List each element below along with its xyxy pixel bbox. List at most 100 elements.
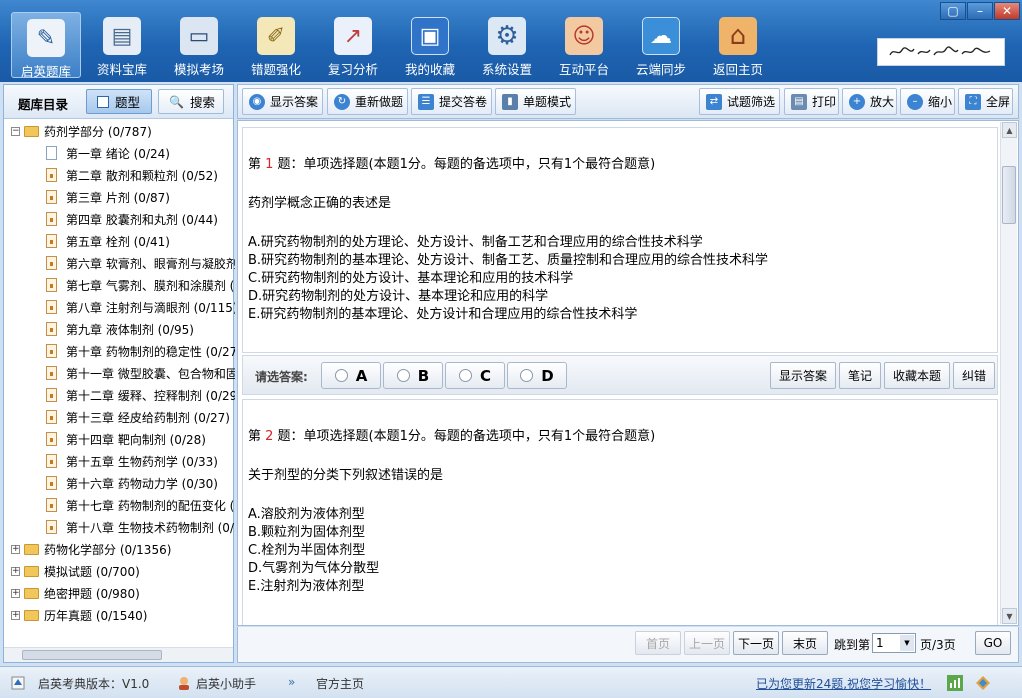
collapse-icon[interactable]: − bbox=[11, 126, 20, 136]
tree-chapter[interactable]: 第七章 气雾剂、膜剂和涂膜剂 ( bbox=[46, 274, 234, 296]
tree-chapter[interactable]: 第十二章 缓释、控释制剂 (0/29 bbox=[46, 384, 235, 406]
assistant-icon bbox=[176, 675, 192, 691]
chart-icon[interactable] bbox=[947, 675, 963, 691]
assistant-link[interactable]: 启英小助手 bbox=[196, 675, 256, 692]
nav-question-bank[interactable]: ✎ 启英题库 bbox=[11, 12, 81, 79]
app-logo-icon bbox=[10, 675, 26, 691]
update-message-link[interactable]: 已为您更新24题,祝您学习愉快！ bbox=[756, 675, 931, 692]
tree-chapter[interactable]: 第一章 绪论 (0/24) bbox=[46, 142, 170, 164]
nav-home[interactable]: ⌂ 返回主页 bbox=[703, 11, 773, 79]
answer-prompt: 请选答案: bbox=[255, 370, 308, 384]
nav-mock-exam[interactable]: ▭ 模拟考场 bbox=[164, 11, 234, 79]
tree-category[interactable]: + 历年真题 (0/1540) bbox=[11, 604, 147, 626]
checklist-icon: ☰ bbox=[418, 93, 434, 110]
last-page-button[interactable]: 末页 bbox=[782, 631, 828, 655]
scroll-down-icon[interactable]: ▼ bbox=[1002, 608, 1017, 624]
button-label: 重新做题 bbox=[355, 95, 404, 109]
fullscreen-button[interactable]: ⛶ 全屏 bbox=[958, 88, 1013, 115]
tree-chapter[interactable]: 第三章 片剂 (0/87) bbox=[46, 186, 170, 208]
show-answer-button[interactable]: ◉ 显示答案 bbox=[242, 88, 323, 115]
tree-chapter[interactable]: 第六章 软膏剂、眼膏剂与凝胶剂 bbox=[46, 252, 235, 274]
nav-wrong-questions[interactable]: ✐ 错题强化 bbox=[241, 11, 311, 79]
expand-icon[interactable]: + bbox=[11, 544, 20, 554]
note-button[interactable]: 笔记 bbox=[839, 362, 881, 389]
close-button[interactable]: ✕ bbox=[994, 2, 1020, 20]
tree-chapter[interactable]: 第八章 注射剂与滴眼剂 (0/115) bbox=[46, 296, 235, 318]
double-chevron-icon: » bbox=[288, 675, 296, 689]
tree-category[interactable]: + 模拟试题 (0/700) bbox=[11, 560, 140, 582]
locked-document-icon bbox=[46, 190, 57, 204]
nav-label: 复习分析 bbox=[327, 62, 378, 77]
sync-icon[interactable] bbox=[975, 675, 991, 691]
answer-choice-b[interactable]: B bbox=[383, 362, 443, 389]
option-b: B.颗粒剂为固体剂型 bbox=[248, 525, 366, 540]
pagination-bar: 首页 上一页 下一页 末页 跳到第 1 ▼ 页/3页 GO bbox=[237, 627, 1019, 663]
expand-icon[interactable]: + bbox=[11, 588, 20, 598]
horizontal-scrollbar[interactable] bbox=[4, 647, 233, 662]
filter-button[interactable]: ⇄ 试题筛选 bbox=[699, 88, 780, 115]
next-page-button[interactable]: 下一页 bbox=[733, 631, 779, 655]
tree-chapter[interactable]: 第二章 散剂和颗粒剂 (0/52) bbox=[46, 164, 218, 186]
expand-icon[interactable]: + bbox=[11, 610, 20, 620]
tab-search[interactable]: 🔍 搜索 bbox=[158, 89, 224, 114]
tree-chapter[interactable]: 第四章 胶囊剂和丸剂 (0/44) bbox=[46, 208, 218, 230]
print-button[interactable]: ▤ 打印 bbox=[784, 88, 839, 115]
answer-choice-d[interactable]: D bbox=[507, 362, 567, 389]
jump-label: 跳到第 bbox=[834, 638, 871, 652]
tree-category[interactable]: + 绝密押题 (0/980) bbox=[11, 582, 140, 604]
minimize-button[interactable]: – bbox=[967, 2, 993, 20]
restore-button[interactable]: ▢ bbox=[940, 2, 966, 20]
page-select[interactable]: 1 ▼ bbox=[872, 633, 916, 653]
nav-favorites[interactable]: ▣ 我的收藏 bbox=[395, 11, 465, 79]
vertical-scrollbar[interactable]: ▲ ▼ bbox=[1000, 122, 1017, 624]
nav-settings[interactable]: ⚙ 系统设置 bbox=[472, 11, 542, 79]
tree-label: 药剂学部分 (0/787) bbox=[44, 124, 152, 139]
tree-label: 第十七章 药物制剂的配伍变化 ( bbox=[66, 498, 235, 513]
expand-icon[interactable]: + bbox=[11, 566, 20, 576]
tree-chapter[interactable]: 第九章 液体制剂 (0/95) bbox=[46, 318, 194, 340]
folder-icon bbox=[24, 565, 39, 577]
scrollbar-thumb[interactable] bbox=[1002, 166, 1016, 224]
prev-page-button[interactable]: 上一页 bbox=[684, 631, 730, 655]
option-e: E.研究药物制剂的基本理论、处方设计和合理应用的综合性技术科学 bbox=[248, 307, 638, 322]
tree-chapter[interactable]: 第十三章 经皮给药制剂 (0/27) bbox=[46, 406, 230, 428]
single-mode-button[interactable]: ▮ 单题模式 bbox=[495, 88, 576, 115]
submit-button[interactable]: ☰ 提交答卷 bbox=[411, 88, 492, 115]
notepad-icon: ✐ bbox=[257, 17, 295, 55]
tree-chapter[interactable]: 第十章 药物制剂的稳定性 (0/27 bbox=[46, 340, 235, 362]
tree-category[interactable]: + 药物化学部分 (0/1356) bbox=[11, 538, 171, 560]
answer-choice-c[interactable]: C bbox=[445, 362, 505, 389]
report-error-button[interactable]: 纠错 bbox=[953, 362, 995, 389]
zoom-in-button[interactable]: + 放大 bbox=[842, 88, 897, 115]
first-page-button[interactable]: 首页 bbox=[635, 631, 681, 655]
nav-interactive[interactable]: ☺ 互动平台 bbox=[549, 11, 619, 79]
show-answer-inline-button[interactable]: 显示答案 bbox=[770, 362, 836, 389]
go-button[interactable]: GO bbox=[975, 631, 1011, 655]
home-icon: ⌂ bbox=[719, 17, 757, 55]
nav-cloud-sync[interactable]: ☁ 云端同步 bbox=[626, 11, 696, 79]
homepage-link[interactable]: 官方主页 bbox=[316, 675, 364, 692]
zoom-out-button[interactable]: – 缩小 bbox=[900, 88, 955, 115]
tree-chapter[interactable]: 第十五章 生物药剂学 (0/33) bbox=[46, 450, 218, 472]
answer-choice-a[interactable]: A bbox=[321, 362, 381, 389]
tree-chapter[interactable]: 第十八章 生物技术药物制剂 (0/ bbox=[46, 516, 234, 538]
tree-chapter[interactable]: 第十七章 药物制剂的配伍变化 ( bbox=[46, 494, 234, 516]
nav-label: 系统设置 bbox=[481, 62, 532, 77]
folder-icon bbox=[24, 543, 39, 555]
tree-chapter[interactable]: 第十六章 药物动力学 (0/30) bbox=[46, 472, 218, 494]
nav-materials[interactable]: ▤ 资料宝库 bbox=[87, 11, 157, 79]
tree-chapter[interactable]: 第五章 栓剂 (0/41) bbox=[46, 230, 170, 252]
tree-category[interactable]: − 药剂学部分 (0/787) bbox=[11, 120, 152, 142]
scroll-up-icon[interactable]: ▲ bbox=[1002, 122, 1017, 138]
nav-label: 启英题库 bbox=[20, 64, 71, 79]
nav-review-analysis[interactable]: ↗ 复习分析 bbox=[318, 11, 388, 79]
tree-chapter[interactable]: 第十四章 靶向制剂 (0/28) bbox=[46, 428, 206, 450]
tree-chapter[interactable]: 第十一章 微型胶囊、包合物和固 bbox=[46, 362, 235, 384]
favorite-button[interactable]: 收藏本题 bbox=[884, 362, 950, 389]
tab-question-type[interactable]: 题型 bbox=[86, 89, 152, 114]
scrollbar-thumb[interactable] bbox=[22, 650, 162, 660]
redo-button[interactable]: ↻ 重新做题 bbox=[327, 88, 408, 115]
tree-label: 第十一章 微型胶囊、包合物和固 bbox=[66, 366, 235, 381]
floppy-icon: ▣ bbox=[411, 17, 449, 55]
catalog-tree: − 药剂学部分 (0/787) 第一章 绪论 (0/24) 第二章 散剂和颗粒剂 (0… bbox=[4, 120, 235, 648]
